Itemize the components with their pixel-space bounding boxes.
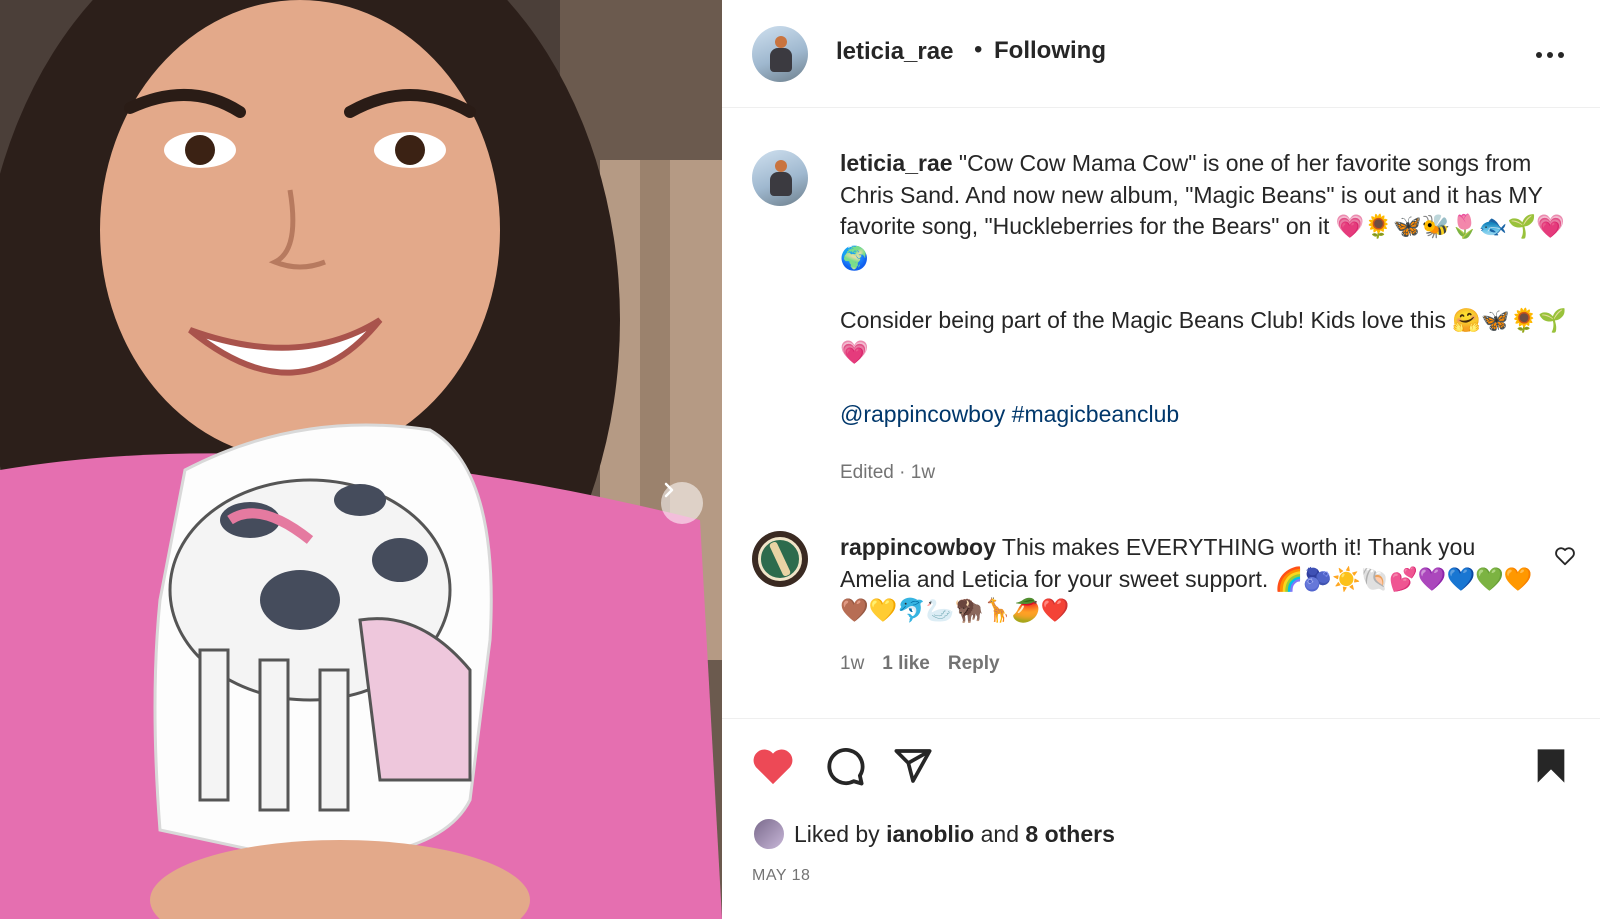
post-actions: Liked by ianoblio and 8 others MAY 18 — [722, 718, 1600, 918]
liker-avatar[interactable] — [752, 817, 786, 851]
share-button[interactable] — [890, 743, 936, 789]
post-sidebar: leticia_rae • Following leticia_rae "Cow… — [722, 0, 1600, 919]
next-photo-button[interactable] — [661, 482, 703, 524]
edited-timestamp: Edited · 1w — [840, 462, 936, 483]
comment-button[interactable] — [822, 743, 868, 789]
more-options-button[interactable] — [1530, 40, 1570, 70]
share-icon — [894, 749, 932, 783]
like-button[interactable] — [750, 743, 796, 789]
commenter-avatar[interactable] — [752, 531, 808, 587]
author-avatar[interactable] — [752, 26, 808, 82]
photo-illustration — [0, 0, 722, 919]
chevron-right-icon — [664, 482, 674, 498]
liked-by-text: Liked by ianoblio and 8 others — [794, 821, 1115, 848]
commenter-username[interactable]: rappincowboy — [840, 534, 996, 560]
separator-dot: • — [974, 36, 983, 63]
comment-time: 1w — [840, 653, 865, 674]
heart-outline-icon[interactable] — [1554, 545, 1576, 567]
liked-by-and: and — [980, 820, 1019, 847]
more-icon — [1536, 52, 1564, 58]
comment-icon — [827, 748, 865, 786]
save-button[interactable] — [1528, 743, 1574, 789]
post-header: leticia_rae • Following — [722, 0, 1600, 108]
liked-by-user[interactable]: ianoblio — [886, 821, 974, 847]
liked-by-others[interactable]: 8 others — [1025, 821, 1114, 847]
caption-author-avatar[interactable] — [752, 150, 808, 206]
following-button[interactable]: Following — [994, 37, 1106, 65]
caption-username[interactable]: leticia_rae — [840, 150, 953, 176]
post-date[interactable]: MAY 18 — [752, 867, 810, 885]
post-caption: leticia_rae "Cow Cow Mama Cow" is one of… — [840, 148, 1570, 462]
liked-by-prefix: Liked by — [794, 820, 880, 847]
caption-paragraph-2: Consider being part of the Magic Beans C… — [840, 307, 1567, 365]
liked-by: Liked by ianoblio and 8 others — [752, 817, 1115, 851]
heart-filled-icon — [753, 749, 793, 785]
comment-meta: 1w 1 like Reply — [840, 653, 1000, 675]
author-username[interactable]: leticia_rae — [836, 38, 953, 66]
bookmark-icon — [1537, 749, 1565, 783]
comment: rappincowboy This makes EVERYTHING worth… — [840, 532, 1540, 627]
reply-button[interactable]: Reply — [948, 653, 1000, 675]
caption-tags[interactable]: @rappincowboy #magicbeanclub — [840, 401, 1179, 427]
comment-likes[interactable]: 1 like — [882, 653, 930, 675]
post-photo — [0, 0, 722, 919]
